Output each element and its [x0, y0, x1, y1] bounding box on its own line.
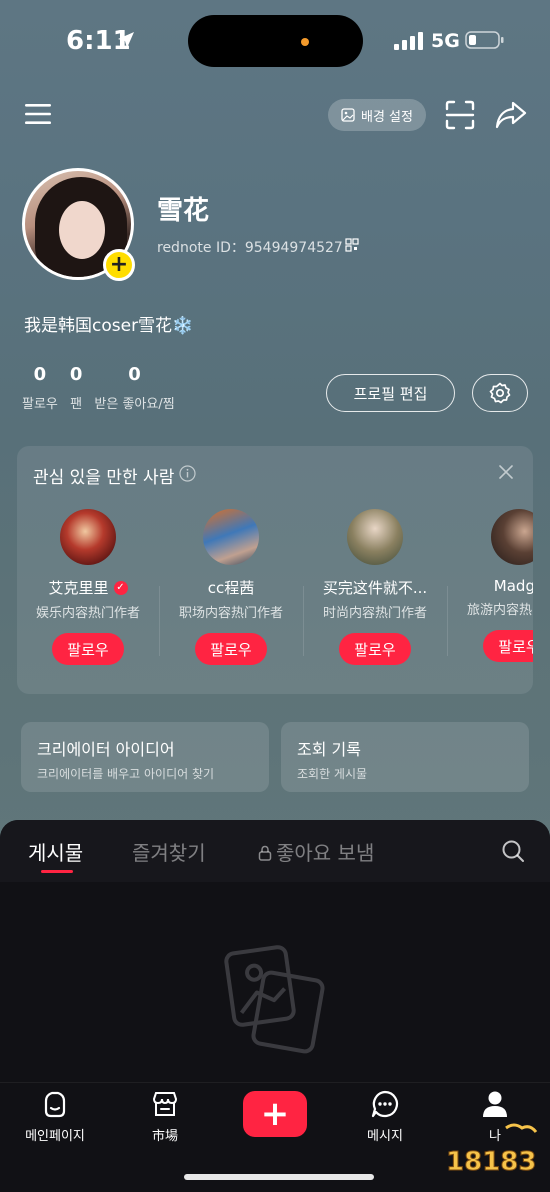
recommended-user[interactable]: 买完这件就不... 时尚内容热门作者 팔로우: [304, 506, 446, 686]
recommended-users-title: 관심 있을 만한 사람: [33, 468, 175, 488]
scan-icon[interactable]: [444, 99, 476, 131]
image-icon: [341, 108, 355, 122]
view-history-card[interactable]: 조회 기록 조회한 게시물: [281, 722, 529, 792]
stat-following[interactable]: 0 팔로우: [22, 364, 58, 412]
watermark-text: 18183: [446, 1147, 536, 1177]
add-avatar-button[interactable]: +: [103, 249, 135, 281]
battery-icon: [465, 31, 504, 49]
edit-profile-button[interactable]: 프로필 편집: [326, 374, 455, 412]
tab-posts[interactable]: 게시물: [28, 837, 83, 866]
avatar-face: [59, 201, 105, 259]
network-type: 5G: [431, 30, 460, 52]
user-description: 娱乐内容热门作者: [35, 606, 140, 621]
dynamic-island: [188, 15, 363, 67]
stat-fans[interactable]: 0 팬: [70, 364, 83, 412]
empty-photos-icon: [224, 945, 325, 1054]
tab-bar: 게시물 즐겨찾기 좋아요 보냄: [0, 820, 550, 882]
user-description: 时尚内容热门作者: [322, 606, 427, 621]
recommended-user[interactable]: Madge 旅游内容热门作者 팔로우: [448, 506, 533, 686]
verified-badge-icon: ✓: [113, 580, 128, 595]
stat-likes-count: 0: [128, 364, 141, 385]
nav-market-label: 市場: [151, 1129, 178, 1144]
gear-icon: [489, 382, 511, 404]
stat-fans-label: 팬: [70, 397, 83, 412]
stat-fans-count: 0: [69, 364, 83, 385]
follow-button[interactable]: 팔로우: [483, 630, 533, 662]
search-icon[interactable]: [501, 839, 525, 863]
home-indicator: [184, 1174, 374, 1180]
nav-home-label: 메인페이지: [25, 1129, 85, 1144]
active-tab-indicator: [41, 870, 73, 873]
user-avatar[interactable]: [491, 509, 533, 565]
profile-name: 雪花: [157, 196, 210, 226]
follow-button[interactable]: 팔로우: [339, 633, 411, 665]
nav-market[interactable]: 市場: [120, 1089, 210, 1144]
profile-stats: 0 팔로우 0 팬 0 받은 좋아요/찜: [22, 364, 187, 412]
settings-button[interactable]: [472, 374, 528, 412]
location-arrow-icon: [118, 32, 134, 48]
create-post-button[interactable]: +: [243, 1091, 307, 1137]
watermark-logo: 18183: [446, 1123, 538, 1178]
creator-ideas-subtitle: 크리에이터를 배우고 아이디어 찾기: [37, 767, 215, 781]
creator-ideas-title: 크리에이터 아이디어: [37, 740, 175, 759]
user-name: 买完这件就不...: [322, 579, 428, 597]
qr-code-icon[interactable]: [345, 238, 359, 252]
nav-messages[interactable]: 메시지: [340, 1089, 430, 1144]
tab-liked[interactable]: 좋아요 보냄: [258, 837, 374, 866]
user-icon: [483, 1091, 507, 1117]
recommended-user[interactable]: cc程茜 职场内容热门作者 팔로우: [160, 506, 302, 686]
lock-icon: [258, 845, 272, 861]
rednote-id: rednote ID：95494974527: [157, 240, 343, 256]
profile-bio: 我是韩国coser雪花❄️: [24, 316, 194, 336]
recommended-user[interactable]: 艾克里里 ✓ 娱乐内容热门作者 팔로우: [17, 506, 159, 686]
nav-messages-label: 메시지: [367, 1129, 403, 1144]
chat-icon: [371, 1090, 399, 1118]
stat-following-label: 팔로우: [22, 397, 58, 412]
user-avatar[interactable]: [60, 509, 116, 565]
stat-likes[interactable]: 0 받은 좋아요/찜: [94, 364, 174, 412]
follow-button[interactable]: 팔로우: [195, 633, 267, 665]
follow-button[interactable]: 팔로우: [52, 633, 124, 665]
tab-favorites[interactable]: 즐겨찾기: [132, 837, 206, 866]
user-name: 艾克里里: [48, 579, 109, 597]
background-settings-button[interactable]: 배경 설정: [328, 99, 426, 131]
store-icon: [152, 1092, 178, 1116]
close-icon[interactable]: [497, 463, 515, 481]
recording-dot-icon: [301, 38, 309, 46]
user-description: 职场内容热门作者: [178, 606, 283, 621]
recommended-users-card: 관심 있을 만한 사람 艾克里里 ✓ 娱乐内容热门作者 팔로우 cc程茜 职场内…: [17, 446, 533, 694]
tab-liked-label: 좋아요 보냄: [276, 841, 375, 865]
stat-following-count: 0: [33, 364, 47, 385]
view-history-title: 조회 기록: [297, 740, 361, 759]
background-settings-label: 배경 설정: [361, 109, 413, 125]
user-avatar[interactable]: [203, 509, 259, 565]
view-history-subtitle: 조회한 게시물: [297, 767, 368, 781]
creator-ideas-card[interactable]: 크리에이터 아이디어 크리에이터를 배우고 아이디어 찾기: [21, 722, 269, 792]
user-name: cc程茜: [207, 579, 255, 597]
user-name: Madge: [493, 577, 533, 595]
recommended-users-list: 艾克里里 ✓ 娱乐内容热门作者 팔로우 cc程茜 职场内容热门作者 팔로우 买完…: [17, 506, 533, 686]
status-bar: 6:11 5G: [0, 0, 550, 80]
home-icon: [44, 1091, 66, 1118]
stat-likes-label: 받은 좋아요/찜: [94, 397, 175, 412]
info-icon[interactable]: [179, 465, 196, 482]
signal-icon: [394, 32, 423, 50]
user-description: 旅游内容热门作者: [466, 603, 533, 618]
nav-home[interactable]: 메인페이지: [10, 1089, 100, 1144]
user-avatar[interactable]: [347, 509, 403, 565]
share-icon[interactable]: [494, 99, 528, 131]
menu-icon[interactable]: [24, 100, 52, 128]
user-name-row: 艾克里里 ✓: [48, 577, 128, 598]
